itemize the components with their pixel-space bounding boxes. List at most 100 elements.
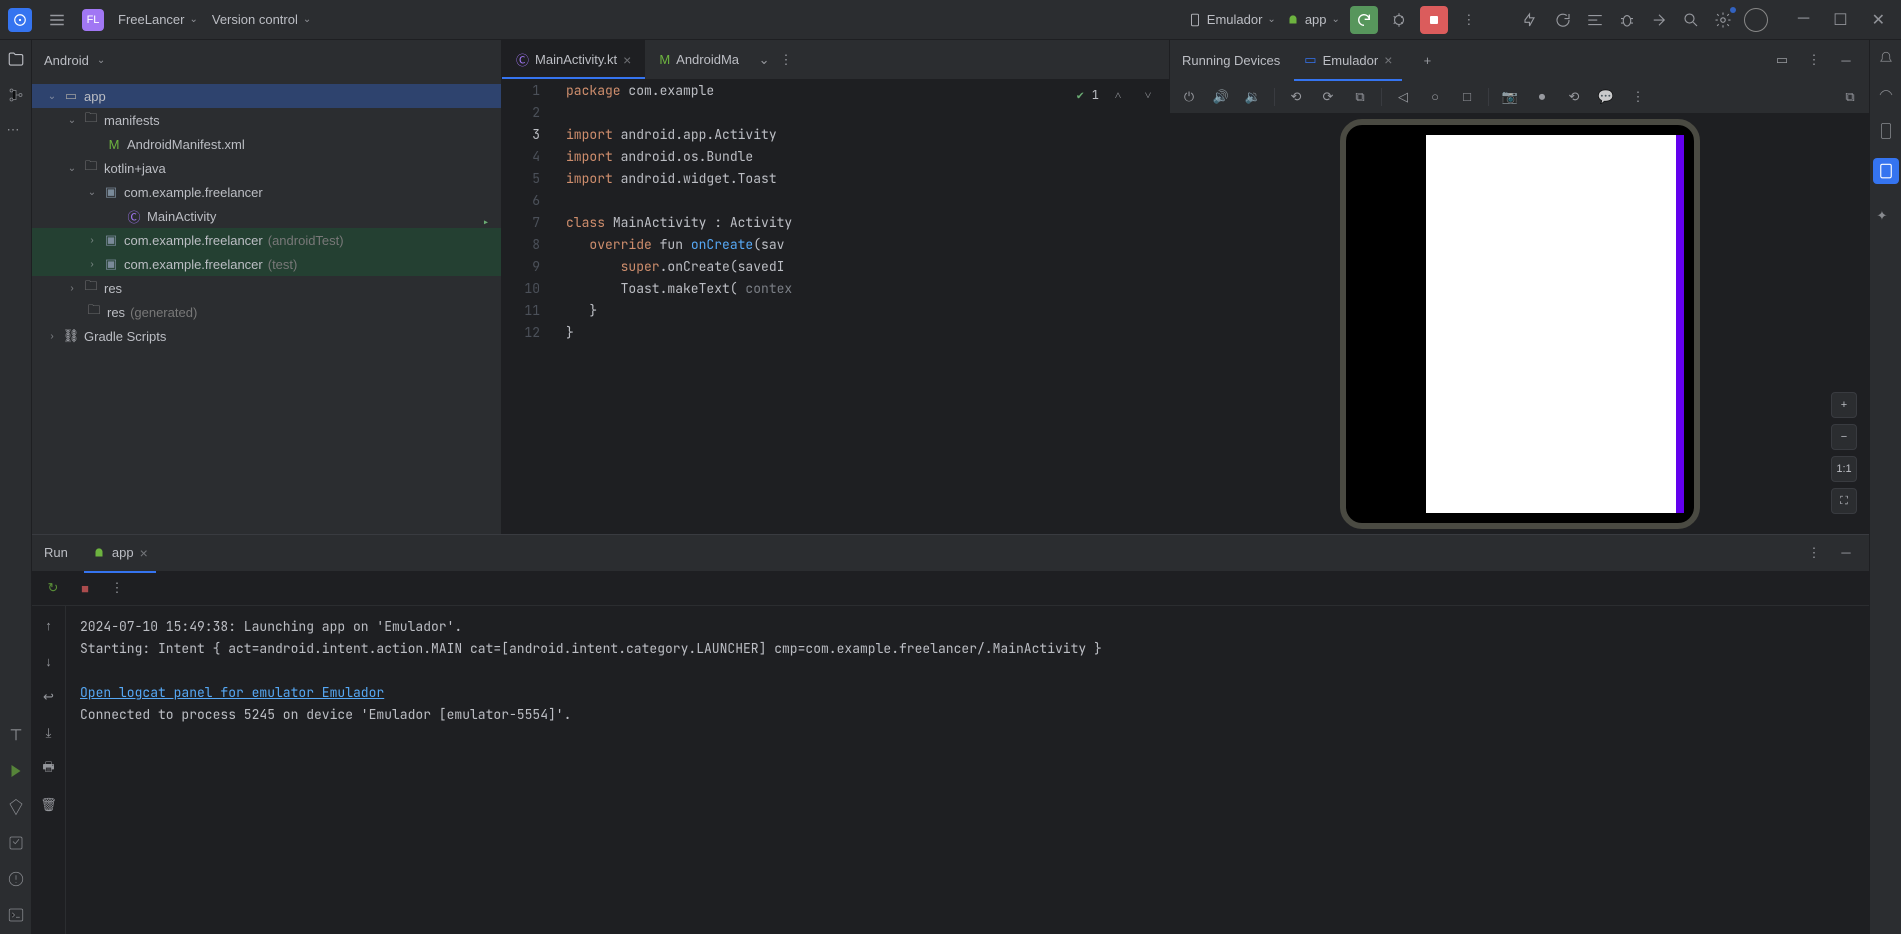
code-with-me-icon[interactable] xyxy=(1520,9,1542,31)
tree-node-res[interactable]: › 🗀 res xyxy=(32,276,501,300)
problems-count[interactable]: 1 xyxy=(1092,84,1099,106)
project-selector[interactable]: FreeLancer ⌄ xyxy=(118,12,198,27)
running-devices-tool-icon[interactable] xyxy=(1873,158,1899,184)
notifications-icon[interactable] xyxy=(1877,50,1895,68)
tree-node-app[interactable]: ⌄ ▭ app xyxy=(32,84,501,108)
more-tool-icon[interactable]: ⋯ xyxy=(7,122,25,140)
soft-wrap-icon[interactable]: ↩ xyxy=(38,686,60,708)
run-config-selector[interactable]: app ⌄ xyxy=(1286,12,1340,27)
git-icon[interactable] xyxy=(1648,9,1670,31)
tree-node-package[interactable]: ⌄ ▣ com.example.freelancer xyxy=(32,180,501,204)
bug-icon[interactable] xyxy=(1616,9,1638,31)
tree-node-manifests[interactable]: ⌄ 🗀 manifests xyxy=(32,108,501,132)
emulator-viewport[interactable]: + − 1:1 ⛶ xyxy=(1170,114,1869,534)
ide-logo-icon[interactable] xyxy=(8,8,32,32)
volume-up-icon[interactable]: 🔊 xyxy=(1210,86,1232,108)
screenshot-icon[interactable]: 📷 xyxy=(1499,86,1521,108)
tab-more-icon[interactable]: ⋮ xyxy=(775,49,797,71)
gem-tool-icon[interactable] xyxy=(7,798,25,816)
maximize-window-icon[interactable]: ☐ xyxy=(1825,6,1855,34)
more-actions-icon[interactable]: ⋮ xyxy=(1458,9,1480,31)
up-icon[interactable]: ↑ xyxy=(38,614,60,636)
fold-icon[interactable]: ⧉ xyxy=(1349,86,1371,108)
editor-tab-android-manifest[interactable]: M AndroidMa xyxy=(645,40,753,79)
toolbar-more-icon[interactable]: ⋮ xyxy=(106,577,128,599)
debug-button[interactable] xyxy=(1388,9,1410,31)
panel-more-icon[interactable]: ⋮ xyxy=(1803,49,1825,71)
minimize-window-icon[interactable]: ─ xyxy=(1790,6,1817,34)
gradle-tool-icon[interactable] xyxy=(1877,86,1895,104)
tree-node-android-test[interactable]: › ▣ com.example.freelancer (androidTest) xyxy=(32,228,501,252)
sync-icon[interactable]: ⟲ xyxy=(1563,86,1585,108)
update-icon[interactable] xyxy=(1552,9,1574,31)
overview-icon[interactable]: □ xyxy=(1456,86,1478,108)
project-view-mode[interactable]: Android xyxy=(44,53,89,68)
minimize-panel-icon[interactable]: ─ xyxy=(1835,49,1857,71)
project-tree[interactable]: ⌄ ▭ app ⌄ 🗀 manifests M AndroidManifest.… xyxy=(32,80,501,352)
run-console[interactable]: 2024-07-10 15:49:38: Launching app on 'E… xyxy=(66,606,1869,934)
zoom-actual-button[interactable]: ⛶ xyxy=(1831,488,1857,514)
window-mode-icon[interactable]: ▭ xyxy=(1771,49,1793,71)
code-editor[interactable]: 123456 7▸ 89101112 ✔ 1 ˄ ˅ package com.e… xyxy=(502,80,1169,534)
main-menu-icon[interactable] xyxy=(46,9,68,31)
device-screen[interactable] xyxy=(1356,135,1684,513)
problems-tool-icon[interactable] xyxy=(7,870,25,888)
rerun-button[interactable] xyxy=(1350,6,1378,34)
rotate-left-icon[interactable]: ⟲ xyxy=(1285,86,1307,108)
close-tab-icon[interactable]: × xyxy=(1384,52,1392,68)
tab-dropdown-icon[interactable]: ⌄ xyxy=(753,49,775,71)
panel-more-icon[interactable]: ⋮ xyxy=(1803,542,1825,564)
reformat-icon[interactable] xyxy=(1584,9,1606,31)
device-manager-icon[interactable] xyxy=(1877,122,1895,140)
volume-down-icon[interactable]: 🔉 xyxy=(1242,86,1264,108)
zoom-in-button[interactable]: + xyxy=(1831,392,1857,418)
stop-icon[interactable]: ■ xyxy=(74,577,96,599)
device-selector[interactable]: Emulador ⌄ xyxy=(1188,12,1276,27)
rerun-icon[interactable]: ↻ xyxy=(42,577,64,599)
power-icon[interactable]: ⏻ xyxy=(1178,86,1200,108)
prev-problem-icon[interactable]: ˄ xyxy=(1107,84,1129,106)
emulator-tab[interactable]: ▭ Emulador × xyxy=(1294,48,1402,72)
home-icon[interactable]: ○ xyxy=(1424,86,1446,108)
clear-icon[interactable]: 🗑 xyxy=(38,794,60,816)
tree-node-manifest-file[interactable]: M AndroidManifest.xml xyxy=(32,132,501,156)
tree-node-main-activity[interactable]: Ⓒ MainActivity xyxy=(32,204,501,228)
emulator-more-icon[interactable]: ⋮ xyxy=(1627,86,1649,108)
add-device-icon[interactable]: + xyxy=(1416,49,1438,71)
run-gutter-icon[interactable]: ▸ xyxy=(482,212,490,234)
back-icon[interactable]: ◁ xyxy=(1392,86,1414,108)
structure-tool-icon[interactable] xyxy=(7,86,25,104)
print-icon[interactable]: 🖶 xyxy=(38,758,60,780)
stop-button[interactable] xyxy=(1420,6,1448,34)
close-tab-icon[interactable]: × xyxy=(623,52,631,68)
project-tool-icon[interactable] xyxy=(7,50,25,68)
close-window-icon[interactable]: ✕ xyxy=(1864,6,1893,34)
minimize-panel-icon[interactable]: ─ xyxy=(1835,542,1857,564)
zoom-out-button[interactable]: − xyxy=(1831,424,1857,450)
tree-node-res-generated[interactable]: 🗀 res (generated) xyxy=(32,300,501,324)
code-content[interactable]: ✔ 1 ˄ ˅ package com.example import andro… xyxy=(558,80,1169,534)
run-tab-app[interactable]: app × xyxy=(84,541,156,565)
scroll-to-end-icon[interactable]: ⤓ xyxy=(38,722,60,744)
record-icon[interactable]: ⏺ xyxy=(1531,86,1553,108)
tree-node-test[interactable]: › ▣ com.example.freelancer (test) xyxy=(32,252,501,276)
tree-node-gradle[interactable]: › ⛓ Gradle Scripts xyxy=(32,324,501,348)
ai-assistant-icon[interactable]: ✦ xyxy=(1877,208,1895,226)
search-icon[interactable] xyxy=(1680,9,1702,31)
logcat-tool-icon[interactable] xyxy=(7,834,25,852)
account-icon[interactable] xyxy=(1744,8,1768,32)
editor-tab-main-activity[interactable]: Ⓒ MainActivity.kt × xyxy=(502,40,645,79)
settings-icon[interactable] xyxy=(1712,9,1734,31)
text-tool-icon[interactable] xyxy=(7,726,25,744)
next-problem-icon[interactable]: ˅ xyxy=(1137,84,1159,106)
layout-inspector-icon[interactable]: ⧉ xyxy=(1839,86,1861,108)
tree-node-kotlin-java[interactable]: ⌄ 🗀 kotlin+java xyxy=(32,156,501,180)
down-icon[interactable]: ↓ xyxy=(38,650,60,672)
run-tool-icon[interactable] xyxy=(7,762,25,780)
close-tab-icon[interactable]: × xyxy=(140,545,148,561)
chat-icon[interactable]: 💬 xyxy=(1595,86,1617,108)
rotate-right-icon[interactable]: ⟳ xyxy=(1317,86,1339,108)
terminal-tool-icon[interactable] xyxy=(7,906,25,924)
logcat-link[interactable]: Open logcat panel for emulator Emulador xyxy=(80,684,384,701)
vcs-menu[interactable]: Version control ⌄ xyxy=(212,12,311,27)
